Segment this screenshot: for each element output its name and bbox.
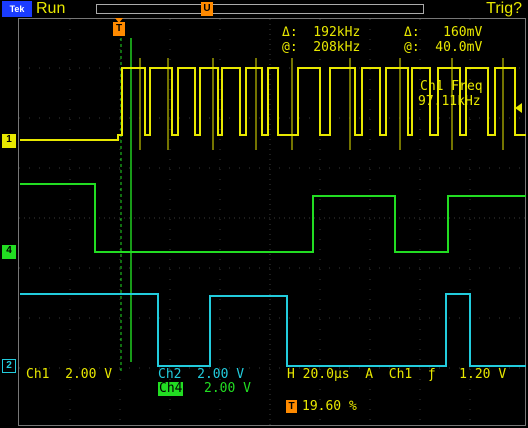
ch4-ground-marker[interactable]: 4 xyxy=(2,245,16,259)
ch1-ground-marker[interactable]: 1 xyxy=(2,134,16,148)
ch2-scale[interactable]: Ch2 2.00 V xyxy=(158,368,244,382)
delta-frequency: Δ: 192kHz xyxy=(282,25,361,40)
waveform-graticule xyxy=(19,19,526,425)
ch2-ground-marker[interactable]: 2 xyxy=(2,359,16,373)
trigger-pos-icon: T xyxy=(286,400,297,413)
trigger-position-marker[interactable]: T xyxy=(113,22,125,36)
timebase-trigger-readout[interactable]: H 20.0µs A Ch1 ƒ 1.20 V xyxy=(287,368,506,382)
trigger-position-percent[interactable]: 19.60 % xyxy=(302,400,357,414)
delta-voltage: Δ: 160mV xyxy=(404,25,483,40)
at-frequency: @: 208kHz xyxy=(282,40,361,55)
ch4-scale-value[interactable]: 2.00 V xyxy=(204,382,251,396)
ch1-scale[interactable]: Ch1 2.00 V xyxy=(26,368,112,382)
at-voltage: @: 40.0mV xyxy=(404,40,483,55)
ch1-frequency-value: 97.11kHz xyxy=(418,94,481,109)
ch2-waveform xyxy=(20,293,526,367)
trigger-level-marker[interactable] xyxy=(515,103,522,113)
ch4-waveform xyxy=(20,183,526,253)
ch4-scale-label[interactable]: Ch4 xyxy=(158,382,184,396)
ch1-frequency-label: Ch1 Freq xyxy=(420,79,483,94)
